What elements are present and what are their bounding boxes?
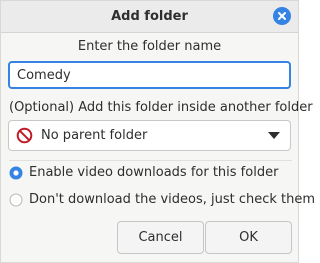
chevron-down-icon [268, 132, 280, 139]
radio-unselected-icon[interactable] [9, 193, 23, 207]
enable-downloads-label: Enable video downloads for this folder [29, 165, 279, 180]
dialog-title: Add folder [111, 9, 188, 24]
separator [9, 160, 292, 161]
close-icon [278, 12, 286, 20]
no-entry-icon [16, 127, 33, 144]
parent-folder-dropdown[interactable]: No parent folder [8, 120, 291, 151]
check-only-label: Don't download the videos, just check th… [29, 192, 316, 207]
title-bar: Add folder [1, 1, 298, 33]
ok-button[interactable]: OK [205, 221, 292, 254]
close-button[interactable] [273, 7, 291, 25]
parent-folder-label: (Optional) Add this folder inside anothe… [9, 100, 313, 115]
add-folder-dialog: Add folder Enter the folder name (Option… [0, 0, 315, 263]
folder-name-heading: Enter the folder name [77, 39, 222, 54]
folder-name-input[interactable] [8, 61, 291, 89]
cancel-button[interactable]: Cancel [117, 221, 204, 254]
parent-folder-value: No parent folder [41, 128, 148, 143]
check-only-option[interactable]: Don't download the videos, just check th… [9, 192, 315, 209]
radio-selected-icon[interactable] [9, 166, 23, 180]
enable-downloads-option[interactable]: Enable video downloads for this folder [9, 165, 292, 182]
